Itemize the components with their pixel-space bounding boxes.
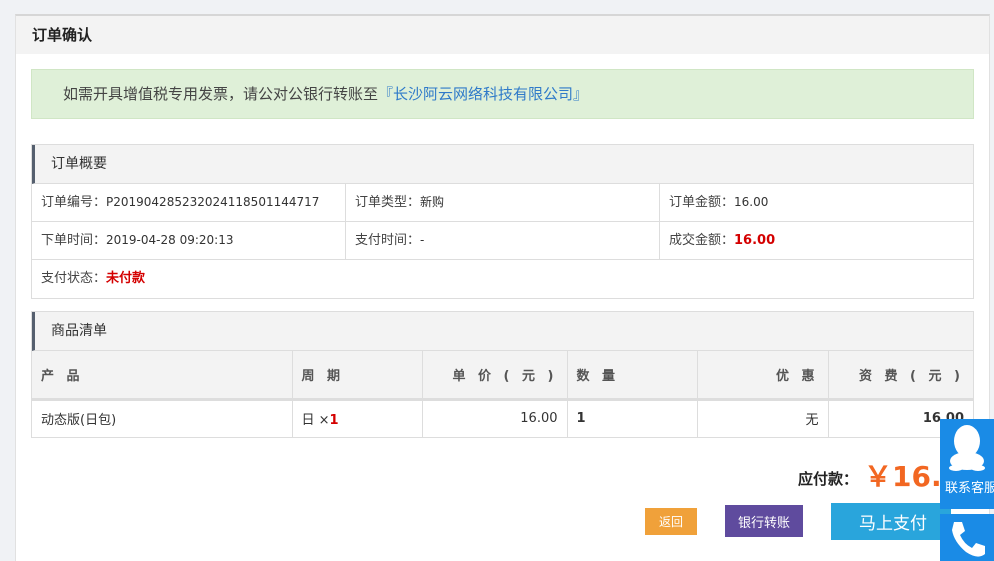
order-type-cell: 订单类型：新购	[346, 184, 660, 221]
phone-icon	[952, 522, 985, 557]
order-summary-section: 订单概要 订单编号：P201904285232024118501144717 订…	[31, 144, 974, 299]
cell-product: 动态版(日包)	[32, 399, 293, 437]
pay-time-value: -	[420, 233, 425, 247]
qq-icon	[949, 425, 985, 471]
info-row: 支付状态：未付款	[32, 260, 973, 298]
pay-status-label: 支付状态：	[41, 271, 107, 286]
pay-status-cell: 支付状态：未付款	[32, 260, 973, 298]
deal-amount-label: 成交金额：	[669, 233, 735, 248]
cell-discount: 无	[697, 399, 829, 437]
col-period: 周 期	[292, 351, 423, 401]
order-type-value: 新购	[420, 195, 445, 209]
order-time-label: 下单时间：	[41, 233, 107, 248]
bank-transfer-button[interactable]: 银行转账	[725, 505, 803, 537]
pay-time-label: 支付时间：	[355, 233, 421, 248]
contact-service-button[interactable]: 联系客服	[940, 419, 994, 509]
goods-table: 产 品 周 期 单 价 ( 元 ) 数 量 优 惠 资 费 ( 元 ) 动态版(…	[32, 351, 973, 437]
order-no-value: P201904285232024118501144717	[106, 195, 320, 209]
order-no-label: 订单编号：	[41, 195, 107, 210]
notice-text: 如需开具增值税专用发票，请公对公银行转账至	[63, 85, 379, 103]
info-row: 订单编号：P201904285232024118501144717 订单类型：新…	[32, 184, 973, 222]
deal-amount-value: 16.00	[734, 233, 776, 248]
col-discount: 优 惠	[697, 351, 829, 401]
payable-label: 应付款：	[798, 470, 859, 488]
invoice-notice: 如需开具增值税专用发票，请公对公银行转账至『长沙阿云网络科技有限公司』	[31, 69, 974, 119]
period-unit: 日 ×	[301, 413, 330, 429]
cell-period: 日 ×1	[292, 399, 423, 437]
back-button[interactable]: 返回	[645, 508, 697, 535]
pay-now-button[interactable]: 马上支付	[831, 503, 951, 540]
company-name: 『长沙阿云网络科技有限公司』	[378, 85, 589, 103]
col-product: 产 品	[32, 351, 293, 401]
order-time-cell: 下单时间：2019-04-28 09:20:13	[32, 222, 346, 259]
info-row: 下单时间：2019-04-28 09:20:13 支付时间：- 成交金额：16.…	[32, 222, 973, 260]
deal-amount-cell: 成交金额：16.00	[660, 222, 973, 259]
order-amount-cell: 订单金额：16.00	[660, 184, 973, 221]
section-title: 订单概要	[32, 145, 973, 184]
col-qty: 数 量	[567, 351, 698, 401]
pay-status-value: 未付款	[106, 271, 146, 286]
order-time-value: 2019-04-28 09:20:13	[106, 233, 234, 247]
section-title: 商品清单	[32, 312, 973, 351]
order-no-cell: 订单编号：P201904285232024118501144717	[32, 184, 346, 221]
panel-title: 订单确认	[16, 16, 989, 54]
cell-price: 16.00	[422, 399, 568, 437]
order-amount-value: 16.00	[734, 195, 769, 209]
goods-section: 商品清单 产 品 周 期 单 价 ( 元 ) 数 量 优 惠 资 费 ( 元 )…	[31, 311, 974, 438]
order-amount-label: 订单金额：	[669, 195, 735, 210]
col-price: 单 价 ( 元 )	[422, 351, 568, 401]
table-row: 动态版(日包) 日 ×1 16.00 1 无 16.00	[32, 399, 973, 437]
phone-button[interactable]	[940, 514, 994, 561]
col-fee: 资 费 ( 元 )	[828, 351, 973, 401]
order-type-label: 订单类型：	[355, 195, 421, 210]
period-count: 1	[329, 413, 339, 429]
pay-time-cell: 支付时间：-	[346, 222, 660, 259]
cell-qty: 1	[567, 399, 698, 437]
contact-service-label: 联系客服	[945, 481, 994, 496]
